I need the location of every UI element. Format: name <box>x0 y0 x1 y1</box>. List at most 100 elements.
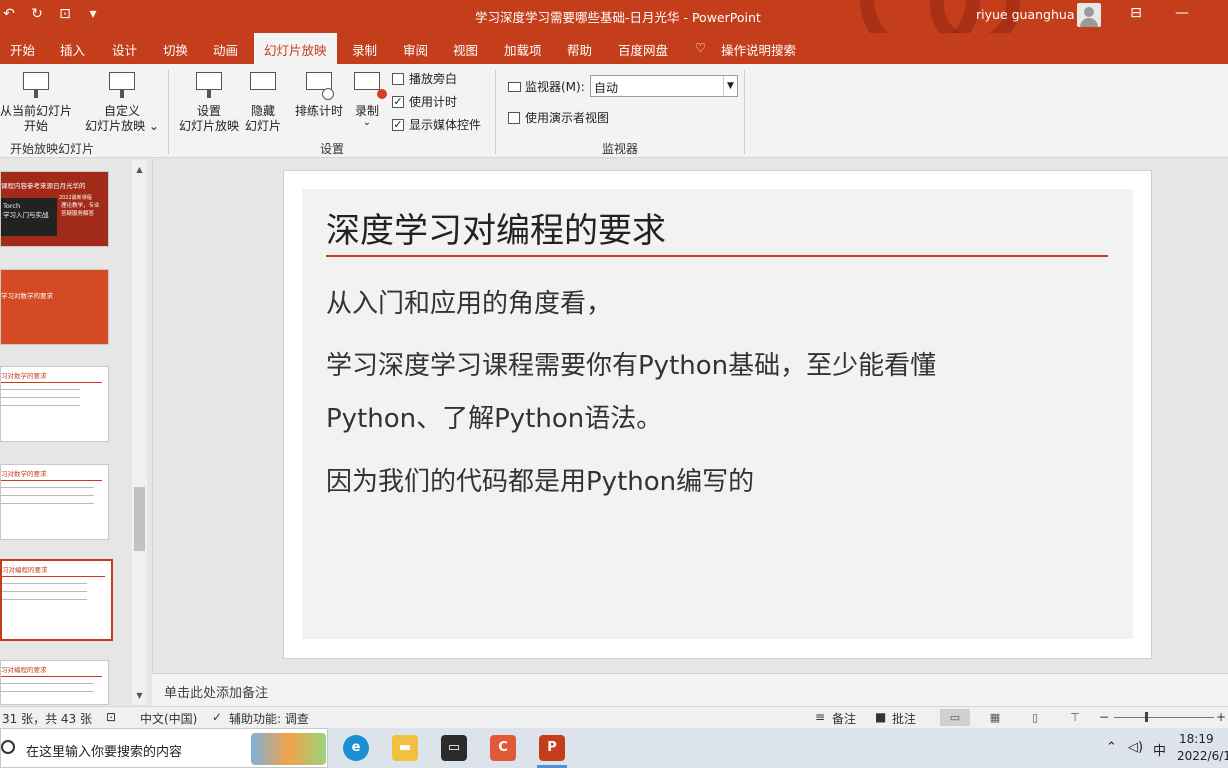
tell-me-search[interactable]: 操作说明搜索 <box>721 40 796 59</box>
minimize-icon[interactable]: — <box>1172 5 1192 21</box>
slide-counter: 31 张，共 43 张 <box>2 712 92 726</box>
tab-help[interactable]: 帮助 <box>567 40 592 59</box>
zoom-in-icon[interactable]: + <box>1216 710 1226 724</box>
slide-body-line[interactable]: 从入门和应用的角度看， <box>326 287 612 321</box>
hide-slide-icon <box>248 70 278 102</box>
setup-slideshow-button[interactable]: 设置 幻灯片放映 <box>176 70 242 134</box>
autosave-icon[interactable]: ↶ <box>0 6 18 22</box>
ribbon-display-icon[interactable]: ⊟ <box>1126 5 1146 21</box>
window-title: 学习深度学习需要哪些基础-日月光华 - PowerPoint <box>475 10 761 25</box>
slide-title[interactable]: 深度学习对编程的要求 <box>326 203 666 252</box>
tab-review[interactable]: 审阅 <box>403 40 428 59</box>
ribbon-separator <box>744 70 745 154</box>
chevron-up-icon[interactable]: ⌃ <box>1106 740 1117 755</box>
comments-icon: ■ <box>875 710 887 724</box>
file-explorer-icon[interactable]: ▬ <box>392 735 418 761</box>
accessibility-status[interactable]: 辅助功能: 调查 <box>229 710 309 727</box>
rehearse-timings-icon <box>304 70 334 102</box>
chevron-down-icon[interactable]: ▼ <box>723 76 737 96</box>
customize-icon[interactable]: ▾ <box>84 6 102 22</box>
group-label-setup: 设置 <box>320 142 345 156</box>
zoom-slider[interactable] <box>1114 712 1214 722</box>
comments-button[interactable]: 批注 <box>892 710 916 727</box>
slide-thumbnail-pane: 课程内容参考来源日月光华的 2022最新课程 Torch 学习入门与实战 理论教… <box>0 159 150 705</box>
thumbnail-scrollbar[interactable]: ▲ ▼ <box>132 160 147 705</box>
tab-animations[interactable]: 动画 <box>213 40 238 59</box>
search-highlight-image <box>251 733 326 765</box>
zoom-out-icon[interactable]: − <box>1099 710 1109 724</box>
spellcheck-icon[interactable]: ⊡ <box>106 710 116 724</box>
slide-canvas[interactable]: 深度学习对编程的要求 从入门和应用的角度看， 学习深度学习课程需要你有Pytho… <box>283 170 1152 659</box>
tab-baidu-netdisk[interactable]: 百度网盘 <box>618 40 668 59</box>
slide-thumbnail[interactable]: 习对数学的要求 <box>0 464 109 540</box>
user-name[interactable]: riyue guanghua <box>976 7 1074 22</box>
notes-icon: ≡ <box>815 710 826 724</box>
from-current-slide-button[interactable]: 从当前幻灯片 开始 <box>0 70 72 134</box>
tab-record[interactable]: 录制 <box>352 40 377 59</box>
language-indicator[interactable]: 中文(中国) <box>140 710 197 727</box>
tab-slideshow[interactable]: 幻灯片放映 <box>254 33 337 64</box>
tab-home[interactable]: 开始 <box>10 40 35 59</box>
slideshow-from-current-icon <box>21 70 51 102</box>
tab-insert[interactable]: 插入 <box>60 40 85 59</box>
edge-icon[interactable]: e <box>343 735 369 761</box>
monitor-label: 监视器(M): <box>508 78 585 95</box>
camtasia-icon[interactable]: C <box>490 735 516 761</box>
group-label-start: 开始放映幻灯片 <box>10 142 95 156</box>
quick-access-toolbar: ↶ ↻ ⊡ ▾ <box>0 6 102 22</box>
windows-taskbar: 在这里输入你要搜索的内容 e ▬ ▭ C P ⌃ ◁) 中 18:19 2022… <box>0 728 1228 768</box>
slideshow-view-icon[interactable]: ⊤ <box>1060 709 1090 726</box>
system-clock[interactable]: 18:19 2022/6/1 <box>1177 731 1228 765</box>
search-icon <box>1 740 15 754</box>
accessibility-icon: ✓ <box>212 710 223 724</box>
scrollbar-thumb[interactable] <box>134 487 145 551</box>
powerpoint-icon[interactable]: P <box>539 735 565 761</box>
slide-thumbnail[interactable]: 学习对数学的要求 <box>0 269 109 345</box>
reading-view-icon[interactable]: ▯ <box>1020 709 1050 726</box>
tab-addins[interactable]: 加载项 <box>504 40 542 59</box>
slide-body-line[interactable]: 因为我们的代码都是用Python编写的 <box>326 465 754 499</box>
checkbox-unchecked-icon <box>392 72 404 85</box>
volume-icon[interactable]: ◁) <box>1128 740 1143 755</box>
avatar[interactable] <box>1077 3 1101 27</box>
slide-thumbnail[interactable]: 习对数学的要求 <box>0 366 109 442</box>
slide-sorter-icon[interactable]: ▦ <box>980 709 1010 726</box>
slideshow-icon[interactable]: ⊡ <box>56 6 74 22</box>
rehearse-timings-button[interactable]: 排练计时 <box>292 70 346 119</box>
notes-pane[interactable]: 单击此处添加备注 <box>152 673 1228 706</box>
scroll-up-icon[interactable]: ▲ <box>132 162 147 177</box>
ribbon-separator <box>168 70 169 154</box>
ime-indicator[interactable]: 中 <box>1153 740 1166 759</box>
checkbox-checked-icon: ✓ <box>392 117 404 131</box>
lightbulb-icon: ♡ <box>695 40 707 55</box>
slide-thumbnail[interactable]: 课程内容参考来源日月光华的 2022最新课程 Torch 学习入门与实战 理论教… <box>0 171 109 247</box>
tab-design[interactable]: 设计 <box>112 40 137 59</box>
monitor-icon <box>508 81 521 92</box>
monitor-select[interactable]: 自动 ▼ <box>590 75 738 97</box>
redo-icon[interactable]: ↻ <box>28 6 46 22</box>
notes-placeholder[interactable]: 单击此处添加备注 <box>164 682 268 701</box>
terminal-icon[interactable]: ▭ <box>441 735 467 761</box>
record-button[interactable]: 录制 ⌄ <box>350 70 387 128</box>
play-narrations-checkbox[interactable]: 播放旁白 <box>392 70 457 87</box>
slide-thumbnail-selected[interactable]: 习对编程的要求 <box>0 559 113 641</box>
tab-view[interactable]: 视图 <box>453 40 478 59</box>
chevron-down-icon: ⌄ <box>362 117 372 128</box>
slide-body-line[interactable]: Python、了解Python语法。 <box>326 402 662 436</box>
ribbon: 从当前幻灯片 开始 自定义 幻灯片放映 ⌄ 开始放映幻灯片 设置 幻灯片放映 隐… <box>0 64 1228 158</box>
presenter-view-checkbox[interactable]: 使用演示者视图 <box>508 109 609 126</box>
checkbox-unchecked-icon <box>508 111 520 124</box>
ribbon-tabs: 开始 插入 设计 切换 动画 幻灯片放映 录制 审阅 视图 加载项 帮助 百度网… <box>0 33 1228 64</box>
custom-slideshow-button[interactable]: 自定义 幻灯片放映 ⌄ <box>84 70 160 134</box>
show-media-controls-checkbox[interactable]: ✓ 显示媒体控件 <box>392 116 481 133</box>
notes-button[interactable]: 备注 <box>832 710 856 727</box>
taskbar-search-box[interactable]: 在这里输入你要搜索的内容 <box>0 728 328 768</box>
use-timings-checkbox[interactable]: ✓ 使用计时 <box>392 93 457 110</box>
normal-view-icon[interactable]: ▭ <box>940 709 970 726</box>
scroll-down-icon[interactable]: ▼ <box>132 688 147 703</box>
slide-thumbnail[interactable]: 习对编程的要求 <box>0 660 109 705</box>
slide-body-line[interactable]: 学习深度学习课程需要你有Python基础，至少能看懂 <box>326 349 936 383</box>
tab-transitions[interactable]: 切换 <box>163 40 188 59</box>
checkbox-checked-icon: ✓ <box>392 94 404 108</box>
hide-slide-button[interactable]: 隐藏 幻灯片 <box>244 70 282 134</box>
